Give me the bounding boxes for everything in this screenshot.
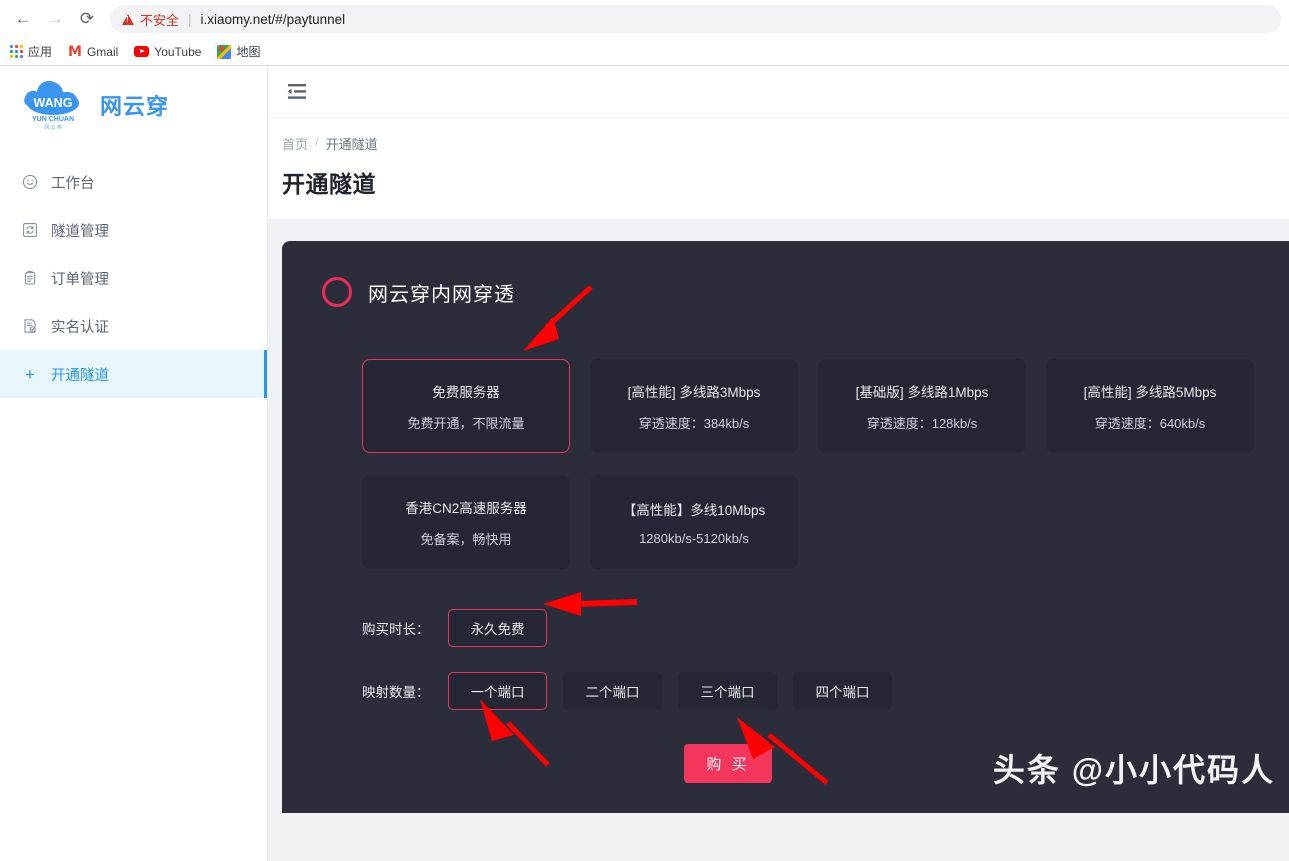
server-option-card[interactable]: 【高性能】多线10Mbps 1280kb/s-5120kb/s [590,475,798,569]
sidebar-item-tunnel-management[interactable]: 隧道管理 [0,206,267,254]
server-option-card[interactable]: 免费服务器 免费开通，不限流量 [362,359,570,453]
content-area: 网云穿内网穿透 免费服务器 免费开通，不限流量 [高性能] 多线路3Mbps 穿… [268,219,1289,861]
bookmark-maps[interactable]: 地图 [217,43,260,60]
top-bar [268,66,1289,118]
ring-circle-icon [322,277,352,307]
smiley-circle-icon [22,174,38,190]
browser-chrome: ← → ⟳ 不安全 | i.xiaomy.net/#/paytunnel 应用 … [0,0,1289,66]
buy-button[interactable]: 购 买 [684,744,772,783]
sidebar-item-label: 订单管理 [51,271,109,288]
page-header: 首页 / 开通隧道 开通隧道 [268,118,1289,219]
server-option-subtitle: 免备案，畅快用 [420,531,512,547]
menu-fold-icon[interactable] [282,77,312,107]
bookmark-youtube[interactable]: YouTube [134,45,201,59]
port-option-1[interactable]: 一个端口 [448,672,547,710]
breadcrumb: 首页 / 开通隧道 [282,134,1289,153]
address-bar[interactable]: 不安全 | i.xiaomy.net/#/paytunnel [110,5,1281,33]
server-option-card[interactable]: 香港CN2高速服务器 免备案，畅快用 [362,475,570,569]
svg-text:网 云 穿: 网 云 穿 [44,124,62,131]
bookmark-label: 应用 [28,45,53,59]
server-option-card[interactable]: [高性能] 多线路3Mbps 穿透速度：384kb/s [590,359,798,453]
apps-grid-icon [10,45,23,58]
port-option-2[interactable]: 二个端口 [563,672,662,710]
brand-name: 网云穿 [100,94,170,119]
bookmark-label: Gmail [86,44,119,59]
gmail-icon: M [68,43,82,60]
reload-icon[interactable]: ⟳ [72,4,102,34]
ports-row: 映射数量： 一个端口 二个端口 三个端口 四个端口 [362,672,1265,710]
server-option-subtitle: 穿透速度：640kb/s [1094,415,1206,431]
bookmark-label: 地图 [236,45,261,59]
server-option-card[interactable]: [高性能] 多线路5Mbps 穿透速度：640kb/s [1046,359,1254,453]
svg-text:WANG: WANG [34,96,73,110]
document-verified-icon [22,318,38,334]
sidebar-menu: 工作台 隧道管理 订单管理 实名认证 + 开通隧道 [0,158,267,398]
youtube-icon [134,46,150,57]
svg-text:YUN CHUAN: YUN CHUAN [32,116,74,123]
tunnel-refresh-icon [22,222,38,238]
ports-label: 映射数量： [362,685,430,700]
sidebar-item-workbench[interactable]: 工作台 [0,158,267,206]
server-option-card[interactable]: [基础版] 多线路1Mbps 穿透速度：128kb/s [818,359,1026,453]
server-option-subtitle: 1280kb/s-5120kb/s [639,530,749,546]
sidebar-item-real-name-verification[interactable]: 实名认证 [0,302,267,350]
server-option-subtitle: 穿透速度：128kb/s [866,415,978,431]
sidebar: WANG YUN CHUAN 网 云 穿 网云穿 工作台 隧道管理 订单管理 实… [0,66,268,861]
sidebar-item-order-management[interactable]: 订单管理 [0,254,267,302]
buy-button-wrap: 购 买 [362,744,1094,783]
bookmarks-bar: 应用 M Gmail YouTube 地图 [0,38,1289,65]
duration-option-permanent-free[interactable]: 永久免费 [448,609,547,647]
omnibox-divider: | [188,11,192,27]
bookmark-gmail[interactable]: M Gmail [68,45,118,59]
duration-row: 购买时长： 永久免费 [362,609,1265,647]
sidebar-item-label: 工作台 [51,175,95,192]
port-option-4[interactable]: 四个端口 [793,672,892,710]
sidebar-item-label: 实名认证 [51,319,109,336]
server-option-title: [高性能] 多线路5Mbps [1083,384,1217,400]
not-secure-warning-icon [122,13,134,25]
panel-title: 网云穿内网穿透 [368,283,515,306]
breadcrumb-separator: / [315,134,319,149]
cloud-logo-icon: WANG YUN CHUAN 网 云 穿 [20,77,86,133]
not-secure-label: 不安全 [140,12,180,28]
server-option-title: [高性能] 多线路3Mbps [627,384,761,400]
server-option-subtitle: 免费开通，不限流量 [407,415,525,431]
panel-header: 网云穿内网穿透 [322,277,1265,307]
server-option-title: 免费服务器 [432,384,500,400]
purchase-panel: 网云穿内网穿透 免费服务器 免费开通，不限流量 [高性能] 多线路3Mbps 穿… [282,241,1289,813]
sidebar-item-label: 隧道管理 [51,223,109,240]
sidebar-item-label: 开通隧道 [51,367,109,384]
main-area: 首页 / 开通隧道 开通隧道 网云穿内网穿透 免费服务器 免费开通，不限流量 [… [268,66,1289,861]
server-option-subtitle: 穿透速度：384kb/s [638,415,750,431]
sidebar-item-open-tunnel[interactable]: + 开通隧道 [0,350,267,398]
plus-icon: + [25,364,35,384]
maps-icon [217,44,232,59]
brand-logo[interactable]: WANG YUN CHUAN 网 云 穿 网云穿 [0,66,267,144]
duration-label: 购买时长： [362,622,430,637]
url-text: i.xiaomy.net/#/paytunnel [200,11,346,27]
server-options-row-1: 免费服务器 免费开通，不限流量 [高性能] 多线路3Mbps 穿透速度：384k… [362,359,1265,453]
server-option-title: [基础版] 多线路1Mbps [855,384,989,400]
breadcrumb-home[interactable]: 首页 [282,134,308,153]
clipboard-icon [22,270,38,286]
page-title: 开通隧道 [282,171,376,197]
port-option-3[interactable]: 三个端口 [678,672,777,710]
bookmark-label: YouTube [154,44,202,59]
app-shell: WANG YUN CHUAN 网 云 穿 网云穿 工作台 隧道管理 订单管理 实… [0,66,1289,861]
bookmark-apps[interactable]: 应用 [10,43,52,60]
server-option-title: 【高性能】多线10Mbps [622,502,766,518]
back-arrow-icon[interactable]: ← [8,4,38,34]
server-option-title: 香港CN2高速服务器 [405,500,527,516]
breadcrumb-current: 开通隧道 [325,137,378,152]
browser-nav-bar: ← → ⟳ 不安全 | i.xiaomy.net/#/paytunnel [0,0,1289,38]
server-options-row-2: 香港CN2高速服务器 免备案，畅快用 【高性能】多线10Mbps 1280kb/… [362,475,1265,569]
forward-arrow-icon[interactable]: → [40,4,70,34]
